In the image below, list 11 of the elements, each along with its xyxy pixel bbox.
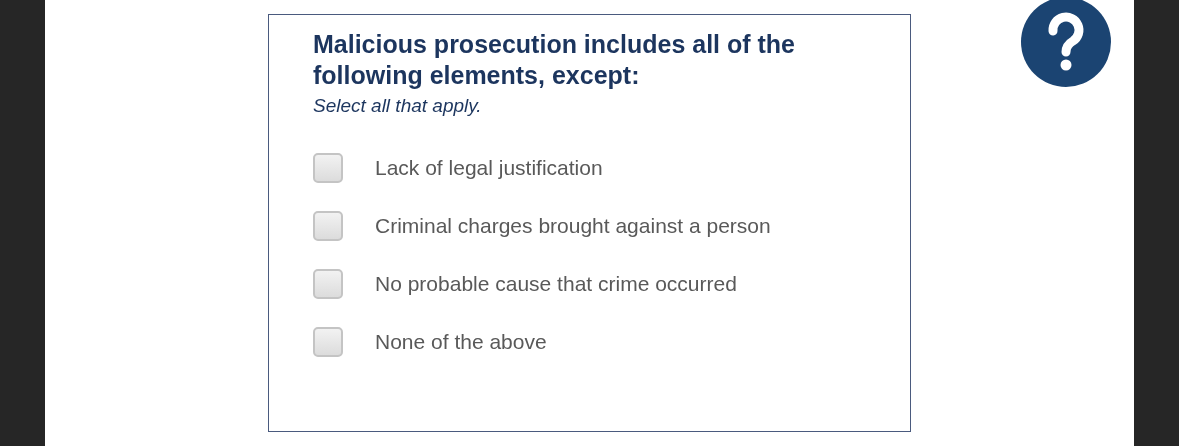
option-label[interactable]: Criminal charges brought against a person bbox=[375, 214, 771, 238]
instruction-text: Select all that apply. bbox=[313, 95, 483, 117]
option-label[interactable]: Lack of legal justification bbox=[375, 156, 603, 180]
option-label[interactable]: None of the above bbox=[375, 330, 547, 354]
checkbox[interactable] bbox=[313, 153, 343, 183]
help-icon[interactable] bbox=[1020, 0, 1112, 88]
option-label[interactable]: No probable cause that crime occurred bbox=[375, 272, 737, 296]
checkbox[interactable] bbox=[313, 211, 343, 241]
checkbox[interactable] bbox=[313, 327, 343, 357]
question-title: Malicious prosecution includes all of the following elements, except: bbox=[313, 29, 797, 91]
checkbox[interactable] bbox=[313, 269, 343, 299]
